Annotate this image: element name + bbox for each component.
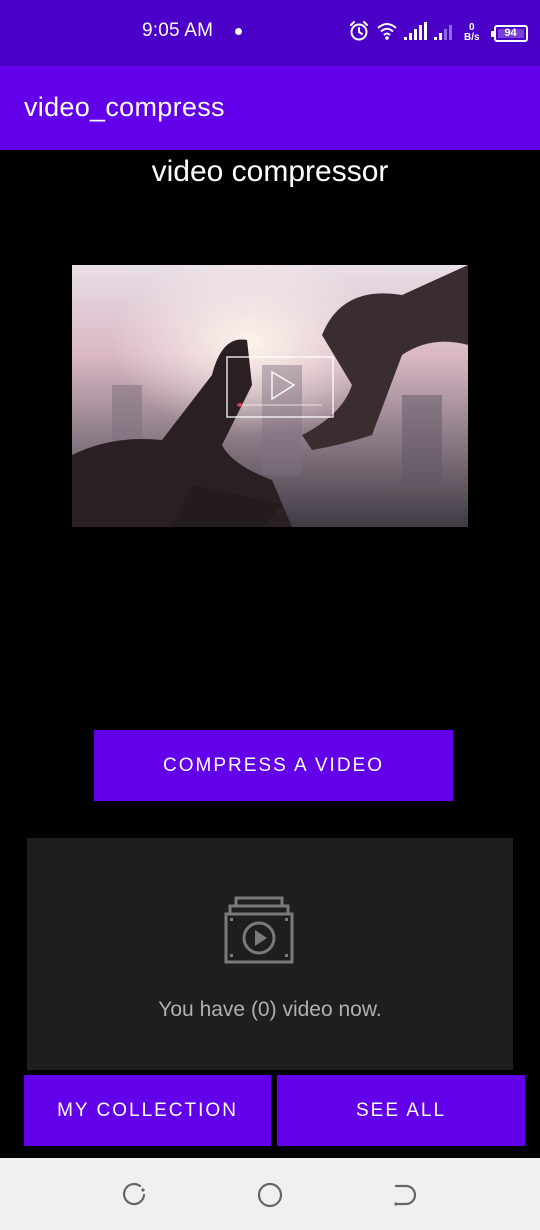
status-bar: 9:05 AM 0 B/s 94 <box>0 0 540 66</box>
my-collection-button[interactable]: MY COLLECTION <box>24 1075 271 1146</box>
signal-icon-2 <box>434 22 456 45</box>
notification-dot <box>235 28 242 35</box>
page-heading: video compressor <box>151 155 389 188</box>
alarm-icon <box>348 20 370 47</box>
status-time: 9:05 AM <box>142 20 214 41</box>
empty-state-text: You have (0) video now. <box>158 998 382 1021</box>
status-icons: 0 B/s 94 <box>348 20 528 46</box>
net-speed-unit: B/s <box>464 32 480 43</box>
recents-icon[interactable] <box>389 1180 419 1210</box>
app-title: video_compress <box>24 92 225 122</box>
battery-icon: 94 <box>490 24 528 42</box>
see-all-button[interactable]: SEE ALL <box>277 1075 525 1146</box>
home-icon[interactable] <box>255 1180 285 1210</box>
net-speed: 0 B/s <box>464 23 480 43</box>
compress-video-button[interactable]: COMPRESS A VIDEO <box>94 730 453 801</box>
back-icon[interactable] <box>119 1180 149 1210</box>
battery-level: 94 <box>504 27 517 39</box>
signal-icon <box>404 21 428 45</box>
wifi-icon <box>376 21 398 46</box>
hero-image <box>72 265 468 527</box>
collection-empty-card: You have (0) video now. <box>27 838 513 1070</box>
app-bar: video_compress <box>0 66 540 150</box>
video-collection-icon <box>224 896 294 971</box>
navigation-bar <box>0 1158 540 1230</box>
